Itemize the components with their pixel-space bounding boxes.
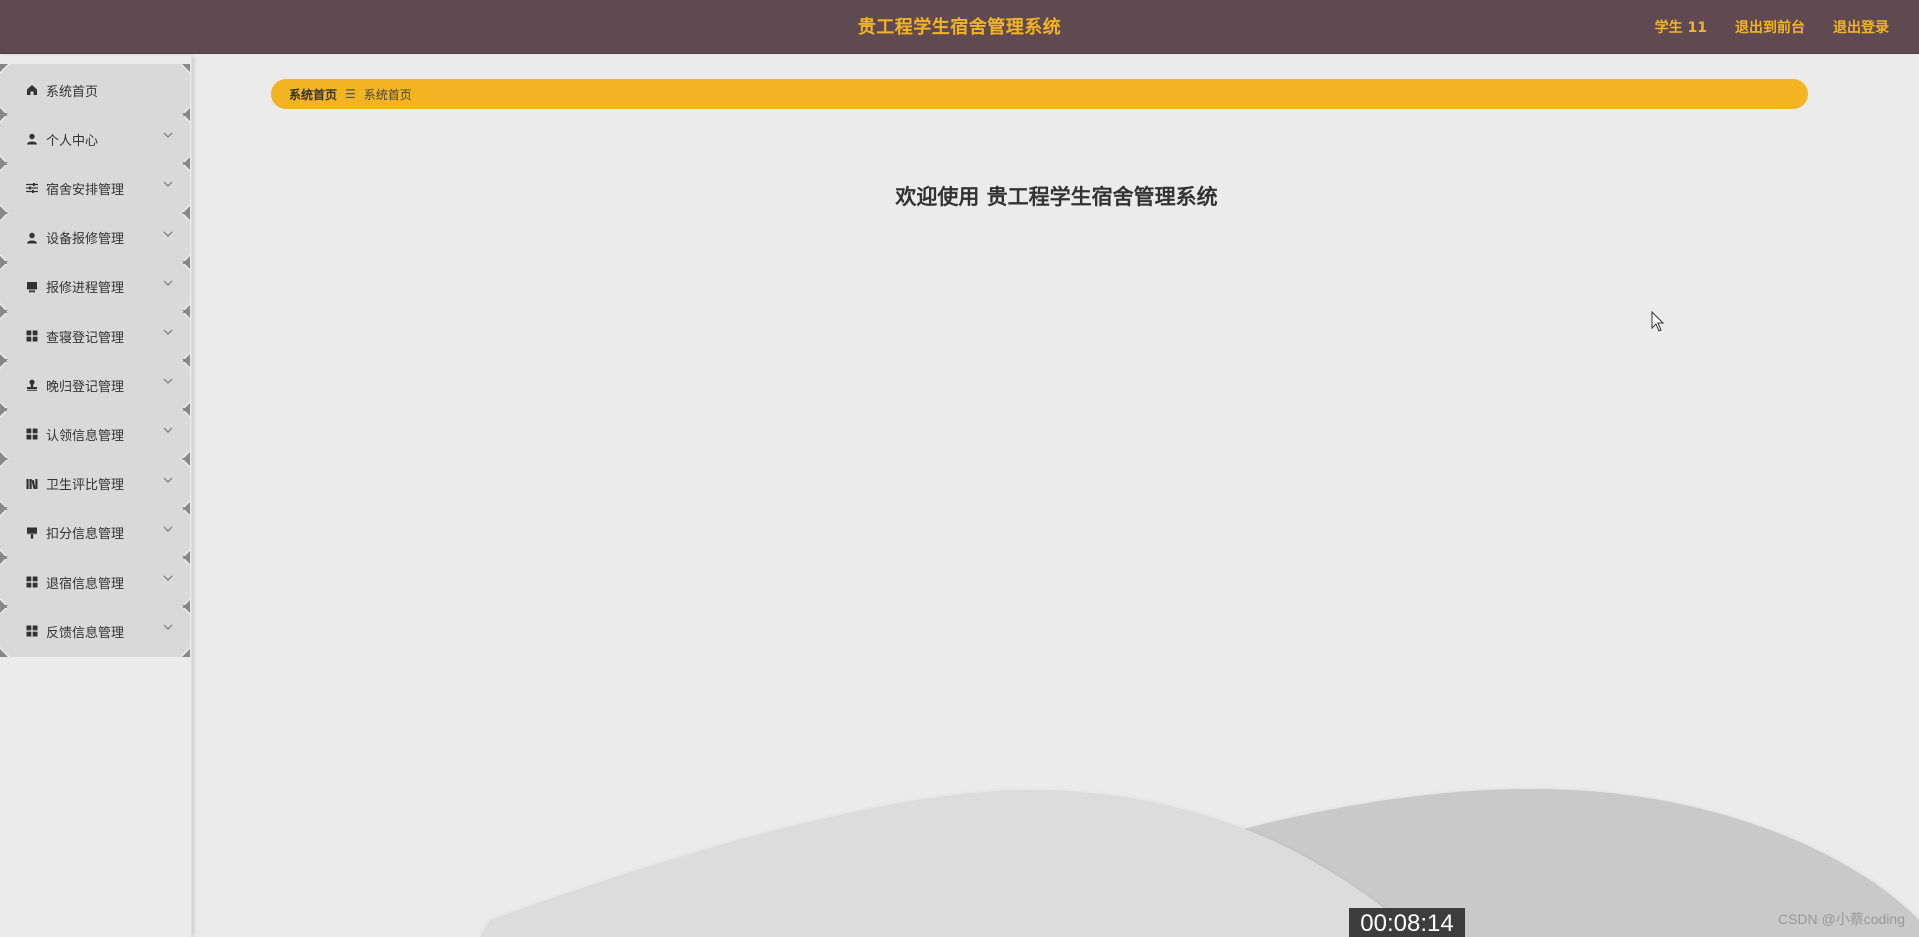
home-icon: [25, 83, 39, 97]
sidebar-item-label: 设备报修管理: [46, 232, 125, 248]
monitor-icon: [25, 280, 39, 294]
brush-icon: [25, 526, 39, 540]
menu-item-content: 查寝登记管理: [25, 310, 124, 362]
header-links: 学生 11 退出到前台 退出登录: [1655, 0, 1889, 54]
grid-icon: [25, 575, 39, 589]
sidebar-item-label: 系统首页: [46, 84, 99, 100]
sidebar-item-8[interactable]: 认领信息管理: [0, 408, 190, 461]
sidebar-item-1[interactable]: 系统首页: [0, 64, 190, 116]
breadcrumb-separator-icon: ☰: [345, 87, 356, 101]
exit-to-frontend-link[interactable]: 退出到前台: [1735, 17, 1805, 37]
chevron-down-icon: [163, 624, 173, 631]
chevron-down-icon: [163, 526, 173, 532]
menu-item-content: 退宿信息管理: [25, 556, 124, 608]
current-user-link[interactable]: 学生 11: [1655, 17, 1707, 37]
sidebar-item-7[interactable]: 晚归登记管理: [0, 359, 190, 412]
menu-item-content: 反馈信息管理: [25, 605, 124, 657]
sidebar-item-label: 报修进程管理: [46, 281, 125, 297]
chevron-down-icon: [163, 575, 173, 581]
chevron-down-icon: [163, 329, 173, 335]
chevron-down-icon: [163, 378, 173, 385]
sidebar-item-label: 个人中心: [46, 133, 99, 149]
grid-icon: [25, 329, 39, 343]
sidebar-item-label: 退宿信息管理: [46, 576, 125, 592]
decorative-hills: [480, 788, 1919, 937]
menu-item-content: 设备报修管理: [25, 212, 124, 264]
breadcrumb: 系统首页 ☰ 系统首页: [271, 79, 1808, 109]
menu-item-content: 个人中心: [25, 113, 98, 165]
user-icon: [25, 231, 39, 245]
menu-item-content: 晚归登记管理: [25, 359, 124, 411]
app-title: 贵工程学生宿舍管理系统: [857, 17, 1062, 38]
chevron-down-icon: [163, 231, 173, 237]
chevron-down-icon: [163, 132, 173, 139]
top-header: 贵工程学生宿舍管理系统 学生 11 退出到前台 退出登录: [0, 0, 1919, 54]
menu-item-content: 系统首页: [25, 64, 98, 116]
grid-icon: [25, 427, 39, 441]
sidebar-item-label: 反馈信息管理: [46, 625, 125, 641]
video-timestamp: 00:08:14: [1349, 908, 1465, 937]
sidebar-item-9[interactable]: 卫生评比管理: [0, 457, 190, 510]
menu-item-content: 报修进程管理: [25, 261, 124, 313]
breadcrumb-home[interactable]: 系统首页: [289, 86, 337, 103]
sidebar-item-label: 卫生评比管理: [46, 478, 125, 494]
logout-link[interactable]: 退出登录: [1833, 17, 1889, 37]
user-icon: [25, 132, 39, 146]
mouse-cursor-icon: [1651, 311, 1665, 332]
sidebar-item-label: 晚归登记管理: [46, 379, 125, 395]
chevron-down-icon: [163, 427, 173, 434]
sidebar-item-12[interactable]: 反馈信息管理: [0, 605, 190, 658]
sidebar-item-11[interactable]: 退宿信息管理: [0, 556, 190, 608]
breadcrumb-current: 系统首页: [363, 87, 412, 102]
sidebar-item-4[interactable]: 设备报修管理: [0, 211, 190, 264]
stamp-icon: [25, 378, 39, 392]
welcome-heading: 欢迎使用 贵工程学生宿舍管理系统: [895, 185, 1218, 209]
books-icon: [25, 477, 39, 491]
grid-icon: [25, 624, 39, 638]
sidebar-item-6[interactable]: 查寝登记管理: [0, 310, 190, 362]
sidebar-item-5[interactable]: 报修进程管理: [0, 260, 190, 313]
sidebar-item-label: 查寝登记管理: [46, 330, 125, 346]
sidebar-item-label: 认领信息管理: [46, 428, 125, 444]
menu-item-content: 认领信息管理: [25, 408, 124, 460]
watermark: CSDN @小蔡coding: [1777, 911, 1905, 927]
menu-item-content: 卫生评比管理: [25, 458, 124, 510]
sidebar-item-label: 扣分信息管理: [46, 527, 125, 543]
sidebar-item-10[interactable]: 扣分信息管理: [0, 506, 190, 559]
chevron-down-icon: [163, 280, 173, 286]
menu-item-content: 扣分信息管理: [25, 507, 124, 559]
chevron-down-icon: [163, 477, 173, 483]
sidebar-item-2[interactable]: 个人中心: [0, 113, 190, 166]
